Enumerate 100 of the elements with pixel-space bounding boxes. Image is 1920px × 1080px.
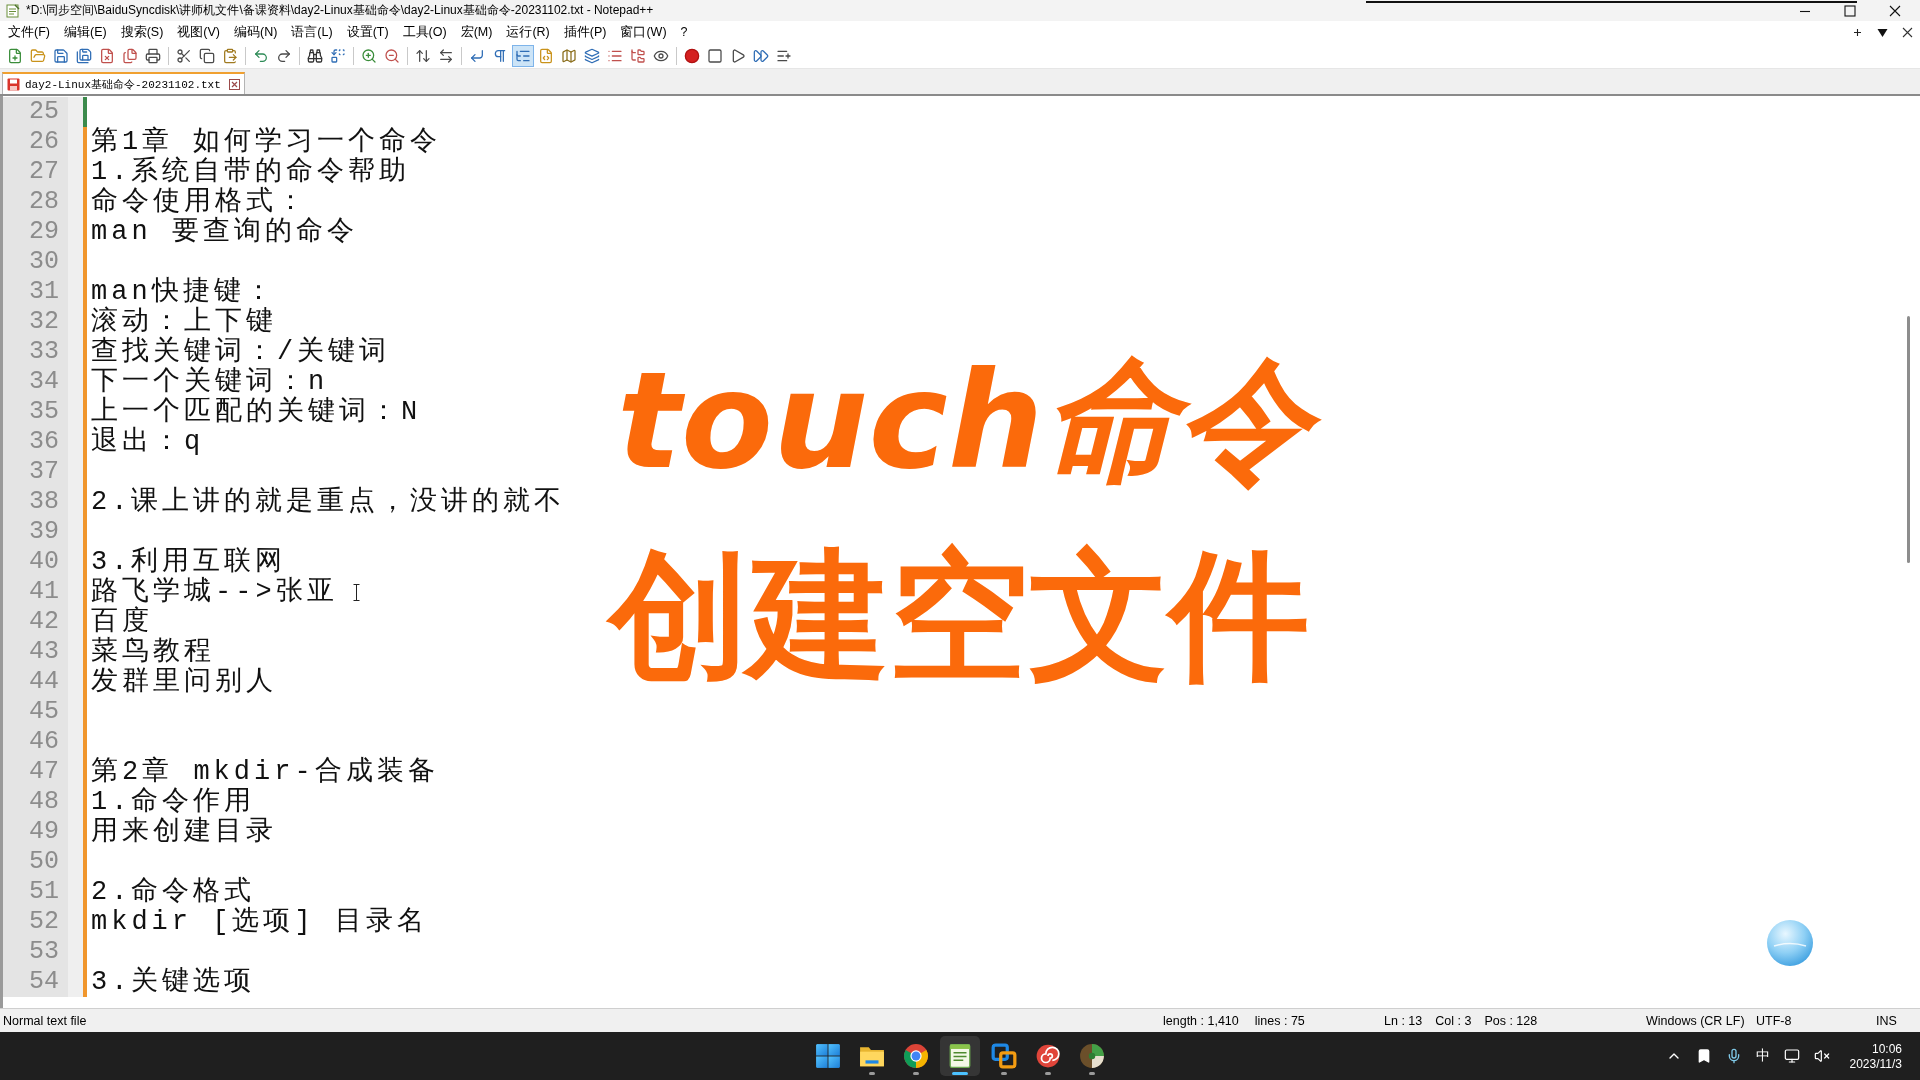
column-label: Col : 3 [1435,1013,1472,1028]
text-line: 命令使用格式： [91,187,308,217]
menu-item[interactable]: 搜索(S) [113,21,171,43]
menu-item[interactable]: 文件(F) [1,21,57,43]
record-dot-icon[interactable] [684,47,700,64]
line-number: 27 [29,158,59,186]
zoom-in-icon[interactable] [361,47,377,64]
insert-mode-label: INS [1876,1013,1897,1028]
undo-icon[interactable] [253,47,269,64]
muted-speaker-icon[interactable] [1813,1048,1830,1064]
menu-item[interactable]: 运行(R) [499,21,557,43]
length-label: length : 1,410 [1163,1013,1239,1028]
zoom-out-icon[interactable] [384,47,400,64]
dropdown-caret-icon[interactable] [1877,26,1888,38]
copy-icon[interactable] [199,47,215,64]
binoculars-icon[interactable] [307,47,323,64]
stop-square-icon[interactable] [707,47,723,64]
notepad-icon [6,3,20,18]
line-number: 31 [29,278,59,306]
play-icon[interactable] [730,47,746,64]
text-line: 滚动：上下键 [91,307,277,337]
start-menu-icon[interactable] [815,1043,841,1069]
menu-item[interactable]: 插件(P) [556,21,614,43]
line-number: 30 [29,248,59,276]
line-number: 32 [29,308,59,336]
text-line: 上一个匹配的关键词：N [91,397,422,427]
scissors-icon[interactable] [176,47,192,64]
line-number: 50 [29,848,59,876]
redo-icon[interactable] [276,47,292,64]
swirl-icon[interactable] [1035,1043,1061,1069]
text-line: 用来创建目录 [91,817,277,847]
return-arrow-icon[interactable] [469,47,485,64]
text-line: 发群里问别人 [91,667,277,697]
text-line: 第2章 mkdir-合成装备 [91,757,439,787]
line-number: 25 [29,98,59,126]
text-line: 百度 [91,607,153,637]
floppy-disks-icon[interactable] [76,47,92,64]
menu-item[interactable]: 语言(L) [284,21,340,43]
position-label: Pos : 128 [1484,1013,1538,1028]
pilcrow-icon[interactable] [492,47,508,64]
text-cursor-icon [353,584,360,601]
folder-tree-icon[interactable] [630,47,646,64]
line-number: 28 [29,188,59,216]
scrollbar-thumb[interactable] [1907,316,1910,563]
overlapping-squares-icon[interactable] [991,1043,1017,1069]
line-number: 52 [29,908,59,936]
menu-item[interactable]: 工具(O) [395,21,454,43]
menu-item[interactable]: 视图(V) [170,21,227,43]
maximize-icon[interactable] [1844,4,1856,17]
printer-icon[interactable] [145,47,161,64]
line-number: 34 [29,368,59,396]
menu-item[interactable]: ? [673,23,695,41]
encoding-label: UTF-8 [1756,1013,1792,1028]
round-browser-icon[interactable] [903,1043,929,1069]
notepad-icon[interactable] [940,1036,980,1076]
up-down-arrows-icon[interactable] [415,47,431,64]
close-icon[interactable] [1889,4,1901,17]
folder-open-icon[interactable] [30,47,46,64]
window-title: *D:\同步空间\BaiduSyncdisk\讲师机文件\备课资料\day2-Linux基础命令\day2-Linux基础命令-20231102.txt - Notepad++ [26,2,654,19]
close-icon[interactable] [228,78,240,90]
clipboard-icon[interactable] [222,47,238,64]
text-line: mkdir [选项] 目录名 [91,907,428,937]
line-number: 26 [29,128,59,156]
text-line: 下一个关键词：n [91,367,329,397]
text-line: 路飞学城-->张亚 [91,577,338,607]
menu-item[interactable]: 窗口(W) [613,21,674,43]
replace-icon[interactable] [330,47,346,64]
menu-item[interactable]: 宏(M) [453,21,500,43]
file-plus-icon[interactable] [7,47,23,64]
lines-label: lines : 75 [1254,1013,1305,1028]
indented-list-icon[interactable] [512,44,534,67]
map-icon[interactable] [561,47,577,64]
line-label: Ln : 13 [1384,1013,1423,1028]
files-icon[interactable] [122,47,138,64]
file-x-icon[interactable] [99,47,115,64]
file-tab[interactable]: day2-Linux基础命令-20231102.txt [2,72,245,94]
text-line: 查找关键词：/关键词 [91,337,391,367]
text-line: man 要查询的命令 [91,217,358,247]
menu-item[interactable]: 编辑(E) [56,21,114,43]
plus-icon[interactable] [1852,26,1863,38]
text-line: 1.系统自带的命令帮助 [91,157,411,187]
line-number: 36 [29,428,59,456]
line-number: 43 [29,638,59,666]
fast-forward-icon[interactable] [753,47,769,64]
round-app-icon[interactable] [1079,1043,1105,1069]
line-number: 33 [29,338,59,366]
line-number: 40 [29,548,59,576]
line-number: 48 [29,788,59,816]
line-number: 41 [29,578,59,606]
left-right-arrows-icon[interactable] [438,47,454,64]
layers-icon[interactable] [584,47,600,64]
line-number: 45 [29,698,59,726]
menu-item[interactable]: 编码(N) [227,21,285,43]
close-icon[interactable] [1902,26,1913,38]
file-code-icon[interactable] [538,47,554,64]
menu-item[interactable]: 设置(T) [339,21,396,43]
monitor-icon[interactable] [1783,1048,1800,1064]
clock-date: 2023/11/3 [1849,1056,1902,1071]
line-number: 44 [29,668,59,696]
input-method-indicator[interactable]: 中 [1755,1047,1770,1065]
